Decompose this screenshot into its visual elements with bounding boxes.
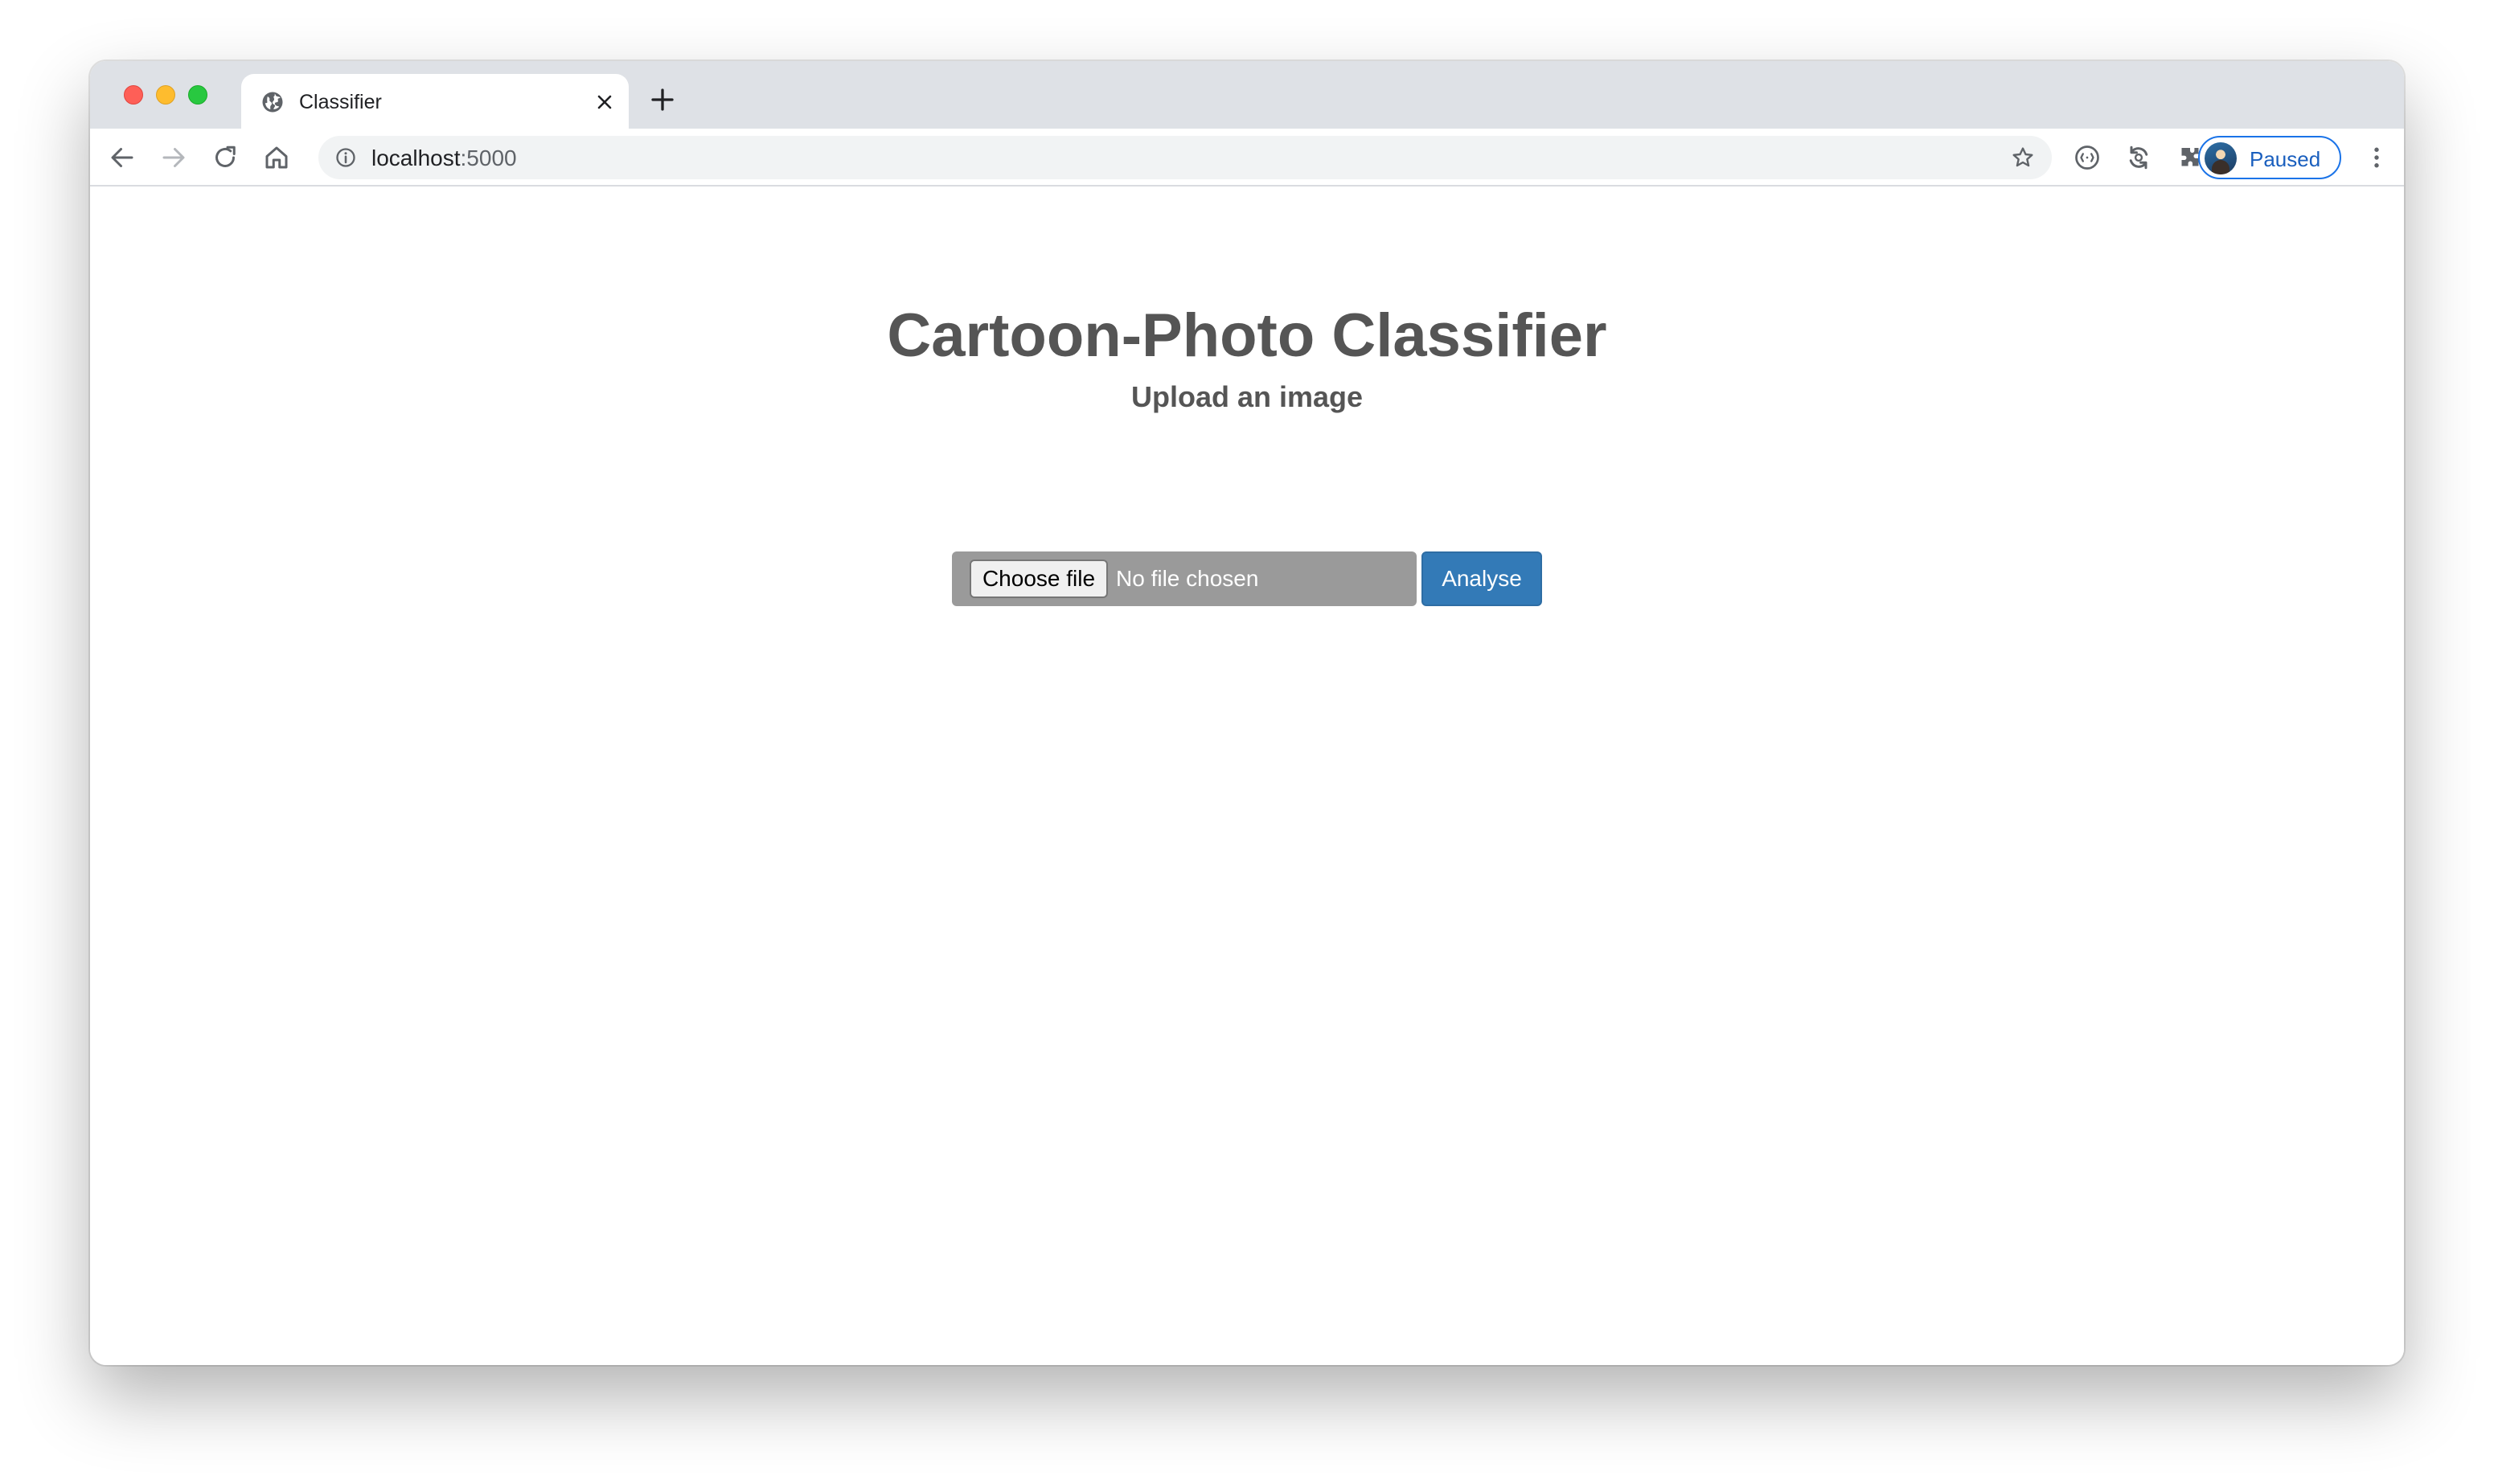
star-icon[interactable] [2010,145,2036,170]
profile-button[interactable]: Paused [2198,136,2341,179]
profile-status: Paused [2250,147,2321,171]
url-port: :5000 [460,146,517,170]
browser-toolbar: localhost:5000 Paused [90,129,2404,187]
avatar [2205,142,2237,174]
tab-classifier[interactable]: Classifier [241,74,629,129]
close-window-button[interactable] [124,85,143,105]
info-icon[interactable] [334,146,357,169]
file-status-text: No file chosen [1116,566,1259,591]
plus-icon[interactable] [648,85,677,114]
forward-arrow-icon[interactable] [159,143,188,172]
page-title: Cartoon-Photo Classifier [887,301,1607,370]
browser-window: Classifier localhost:5000 Paused Cartoon… [90,61,2404,1365]
minimize-window-button[interactable] [156,85,175,105]
extension-icon[interactable] [2073,143,2102,172]
analyse-button[interactable]: Analyse [1421,551,1542,606]
tab-title: Classifier [299,91,382,113]
close-tab-icon[interactable] [593,91,616,113]
address-bar[interactable]: localhost:5000 [318,136,2052,179]
globe-icon [262,92,283,113]
page-subtitle: Upload an image [1130,380,1364,413]
file-input[interactable]: Choose file No file chosen [952,551,1417,606]
kebab-menu-icon[interactable] [2362,143,2391,172]
choose-file-button[interactable]: Choose file [970,560,1108,598]
screenshot-stage: Classifier localhost:5000 Paused Cartoon… [0,0,2494,1484]
url-text: localhost:5000 [371,146,517,170]
tab-strip: Classifier [90,61,2404,129]
home-icon[interactable] [262,143,291,172]
reload-icon[interactable] [211,143,240,172]
sync-icon[interactable] [2124,143,2153,172]
page-content: Cartoon-Photo Classifier Upload an image… [90,188,2404,1365]
back-arrow-icon[interactable] [108,143,137,172]
url-host: localhost [371,146,461,170]
maximize-window-button[interactable] [188,85,207,105]
